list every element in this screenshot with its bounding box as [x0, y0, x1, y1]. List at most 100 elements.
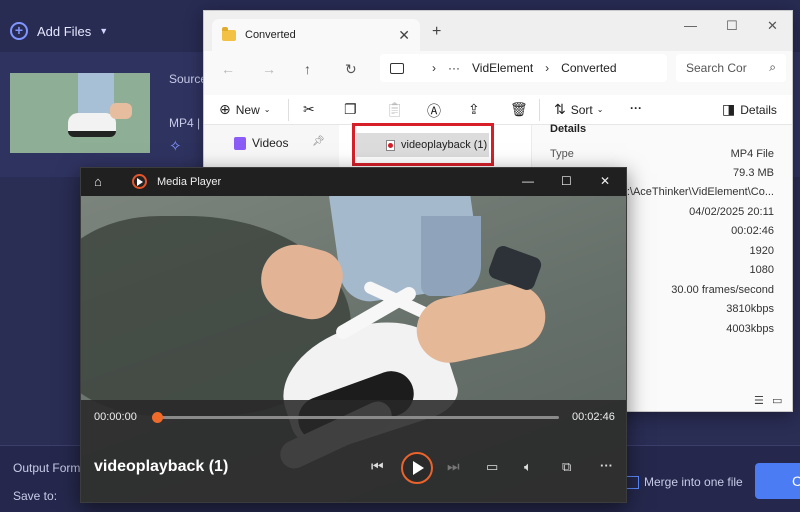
current-time: 00:00:00 [94, 411, 137, 423]
cut-button[interactable]: ✂ [303, 101, 320, 118]
trash-icon: 🗑︎ [510, 101, 528, 117]
add-files-button[interactable]: + Add Files ▼ [10, 20, 108, 42]
video-thumbnail[interactable] [10, 73, 150, 153]
path-value: C:\AceThinker\VidElement\Co... [618, 186, 774, 198]
chevron-down-icon: ⌄ [263, 105, 271, 114]
search-placeholder: Search Cor [686, 61, 747, 75]
next-icon[interactable]: ⏭︎ [447, 458, 460, 475]
share-icon: ⇪ [468, 101, 480, 117]
delete-button[interactable]: 🗑︎ [510, 101, 533, 118]
new-label: New [235, 102, 260, 117]
more-options-button[interactable]: ··· [630, 101, 642, 115]
checkbox-icon[interactable] [626, 475, 639, 489]
minimize-icon[interactable]: — [684, 18, 697, 33]
sidebar-item-videos[interactable]: Videos [234, 136, 288, 150]
paste-button[interactable]: 📋︎ [386, 101, 409, 118]
share-button[interactable]: ⇪ [468, 101, 485, 118]
rename-button[interactable]: Ⓐ [427, 101, 446, 121]
chevron-down-icon[interactable]: ▼ [99, 26, 108, 36]
details-title: Details [550, 123, 587, 135]
merge-checkbox[interactable]: Merge into one file [626, 475, 743, 489]
home-icon[interactable]: ⌂ [94, 174, 102, 189]
maximize-icon[interactable]: ☐ [561, 174, 572, 188]
framerate-value: 30.00 frames/second [671, 284, 774, 296]
more-icon[interactable]: ··· [448, 61, 460, 75]
media-player-logo-icon [132, 174, 147, 189]
tab-converted[interactable]: Converted ✕ [212, 19, 420, 51]
sidebar-item-label: Videos [252, 136, 289, 150]
width-value: 1920 [749, 245, 774, 257]
totalbitrate-value: 4003kbps [726, 323, 774, 335]
seek-bar[interactable] [161, 416, 559, 419]
play-button[interactable] [401, 452, 433, 484]
forward-arrow-icon[interactable]: → [262, 61, 276, 77]
search-input[interactable]: Search Cor ⌕ [676, 54, 786, 82]
sort-button[interactable]: ⇅ Sort ⌄ [554, 101, 603, 118]
maximize-icon[interactable]: ☐ [726, 18, 738, 34]
new-button[interactable]: ⊕ New ⌄ [219, 101, 270, 118]
more-options-icon[interactable]: ··· [600, 458, 613, 473]
merge-label: Merge into one file [644, 475, 743, 489]
seek-handle[interactable] [152, 412, 163, 423]
close-icon[interactable]: ✕ [600, 174, 610, 188]
source-label: Source [169, 72, 208, 86]
new-tab-button[interactable]: + [432, 23, 441, 41]
close-window-icon[interactable]: ✕ [767, 18, 778, 34]
output-format-label: Output Form [13, 461, 81, 475]
type-label: Type [550, 148, 574, 160]
type-value: MP4 File [730, 148, 774, 160]
save-to-label: Save to: [13, 489, 58, 503]
media-name: videoplayback (1) [94, 458, 229, 475]
sort-icon: ⇅ [554, 101, 566, 117]
computer-icon [390, 62, 404, 74]
date-value: 04/02/2025 20:11 [689, 206, 774, 218]
back-arrow-icon[interactable]: ← [221, 61, 235, 77]
chevron-right-icon[interactable]: › [432, 61, 436, 75]
command-bar [204, 95, 792, 125]
chevron-right-icon[interactable]: › [545, 61, 549, 75]
breadcrumb-converted[interactable]: Converted [561, 61, 616, 75]
close-icon[interactable]: ✕ [398, 27, 410, 44]
divider [288, 99, 289, 121]
address-field[interactable]: › ··· VidElement › Converted [380, 54, 667, 82]
player-title: Media Player [157, 176, 222, 188]
details-pane-icon: ◨ [722, 101, 736, 117]
previous-icon[interactable]: ⏮︎ [371, 458, 384, 475]
details-label: Details [740, 102, 777, 117]
refresh-icon[interactable]: ↻ [345, 61, 357, 78]
tab-title: Converted [245, 29, 296, 41]
add-icon: + [10, 22, 28, 40]
videos-icon [234, 136, 246, 150]
minimize-icon[interactable]: — [522, 174, 534, 188]
scissors-icon: ✂ [303, 101, 315, 117]
add-files-label: Add Files [37, 23, 92, 39]
video-file-icon [386, 139, 395, 151]
chevron-down-icon: ⌄ [596, 105, 604, 114]
file-item[interactable]: videoplayback (1) [356, 133, 489, 157]
cast-icon[interactable]: ⧉ [562, 459, 571, 475]
length-value: 00:02:46 [731, 225, 774, 237]
sort-label: Sort [570, 102, 593, 117]
convert-button[interactable]: C [755, 463, 800, 499]
list-view-icon[interactable]: ☰ [754, 394, 764, 407]
breadcrumb-videlement[interactable]: VidElement [472, 61, 533, 75]
subtitles-icon[interactable]: ▭ [486, 459, 498, 475]
duration: 00:02:46 [572, 411, 615, 423]
copy-button[interactable]: ❐ [344, 101, 362, 118]
datarate-value: 3810kbps [726, 303, 774, 315]
paste-icon: 📋︎ [386, 101, 404, 117]
tiles-view-icon[interactable]: ▭ [772, 394, 782, 407]
search-icon[interactable]: ⌕ [769, 60, 776, 75]
divider [539, 99, 540, 121]
size-value: 79.3 MB [733, 167, 774, 179]
volume-icon[interactable]: 🔈︎ [524, 459, 532, 475]
up-arrow-icon[interactable]: ↑ [304, 61, 311, 77]
media-player-window: ⌂ Media Player — ☐ ✕ 00:00:00 00:02:46 v… [80, 167, 627, 503]
height-value: 1080 [749, 264, 774, 276]
rename-icon: Ⓐ [427, 103, 441, 119]
folder-icon [222, 26, 236, 41]
copy-icon: ❐ [344, 101, 357, 117]
pin-icon[interactable]: 📌︎ [312, 136, 325, 147]
enhance-icon[interactable]: ✧ [169, 137, 182, 155]
details-toggle-button[interactable]: ◨ Details [722, 101, 777, 118]
